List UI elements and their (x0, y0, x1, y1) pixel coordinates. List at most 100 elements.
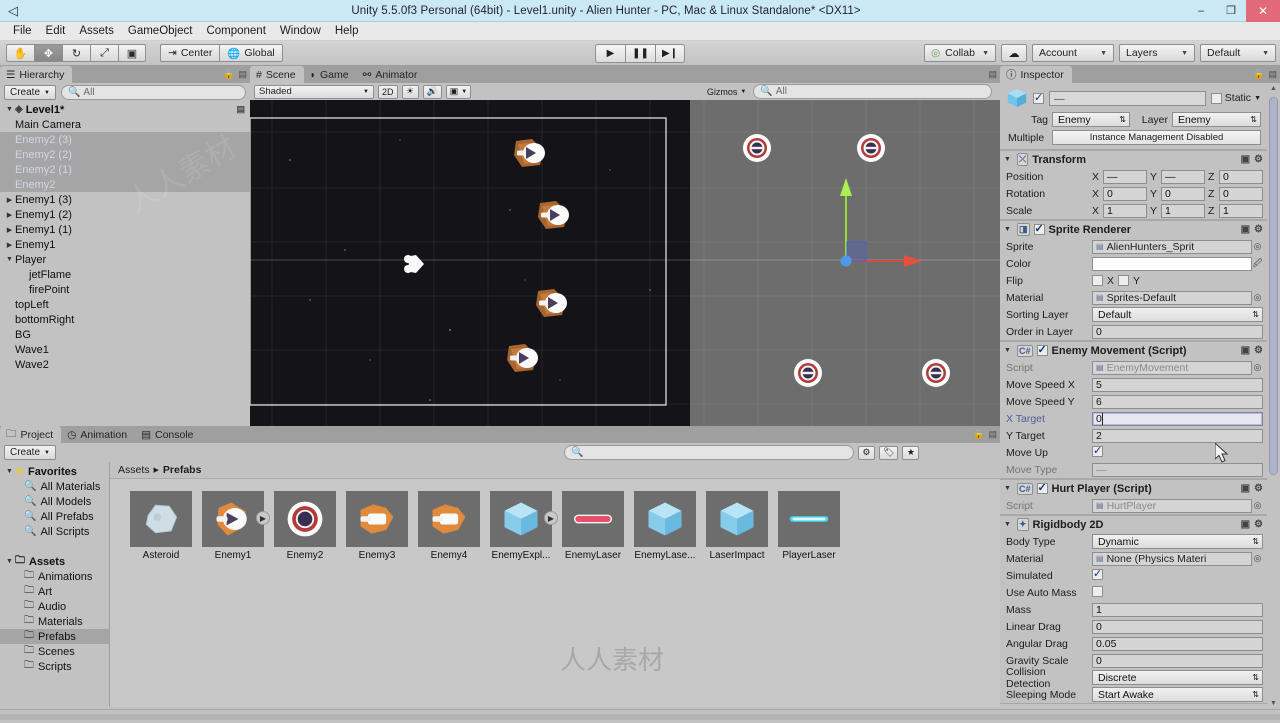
object-field-material[interactable]: ▤ None (Physics Materi (1092, 551, 1252, 566)
object-enabled-checkbox[interactable] (1033, 91, 1044, 104)
menu-gameobject[interactable]: GameObject (121, 22, 200, 41)
lock-icon[interactable]: 🔒 (223, 69, 234, 80)
tag-dropdown[interactable]: Enemy ⇅ (1052, 112, 1130, 127)
gear-icon[interactable]: ⚙ (1254, 224, 1263, 235)
help-icon[interactable]: ▣ (1241, 483, 1250, 494)
panel-menu-icon[interactable]: ▤ (1268, 69, 1277, 80)
chevron-down-icon[interactable]: ▼ (1004, 485, 1013, 492)
menu-window[interactable]: Window (273, 22, 328, 41)
toggle-2d-button[interactable]: 2D (378, 84, 398, 99)
hierarchy-item-enemy2-3[interactable]: Enemy2 (3) (0, 132, 250, 147)
asset-thumbnail[interactable]: ▶ (202, 491, 270, 547)
dropdown-sorting-layer[interactable]: Default ⇅ (1092, 307, 1263, 322)
lock-icon[interactable]: 🔒 (973, 429, 984, 440)
static-toggle-group[interactable]: Static ▼ (1210, 92, 1261, 104)
field-order-in-layer[interactable]: 0 (1092, 324, 1263, 339)
asset-grid[interactable]: Asteroid ▶ Enemy1 Enemy2 Enemy3 Enemy4 ▶ EnemyE… (110, 479, 1000, 707)
rotate-tool[interactable]: ↻ (62, 44, 90, 62)
tab-console[interactable]: ▤ Console (135, 426, 202, 443)
project-tree-animations[interactable]: 🗀 Animations (0, 569, 109, 584)
scale-tool[interactable]: ⤢ (90, 44, 118, 62)
scene-panel-menu[interactable]: ▤ (988, 69, 997, 80)
hierarchy-tree[interactable]: ▼ ◈ Level1* ▤ Main Camera Enemy2 (3) Enemy… (0, 102, 250, 426)
object-field-material[interactable]: ▤ Sprites-Default (1092, 290, 1252, 305)
chevron-down-icon[interactable]: ▼ (4, 106, 15, 113)
handle-space-button[interactable]: 🌐 Global (219, 44, 283, 62)
step-button[interactable]: ▶❙ (655, 43, 685, 63)
tab-inspector[interactable]: ⓘ Inspector (1000, 66, 1072, 83)
menu-assets[interactable]: Assets (72, 22, 121, 41)
field-rotation-z[interactable]: 0 (1219, 186, 1263, 201)
hierarchy-item-firepoint[interactable]: firePoint (0, 282, 250, 297)
account-button[interactable]: Account ▼ (1032, 44, 1114, 62)
asset-thumbnail[interactable] (778, 491, 840, 547)
tab-game[interactable]: ◗ Game (303, 66, 357, 83)
chevron-down-icon[interactable]: ▼ (1004, 347, 1013, 354)
asset-item[interactable]: EnemyLaser (562, 491, 624, 561)
menu-help[interactable]: Help (328, 22, 366, 41)
hierarchy-item-enemy2-1[interactable]: Enemy2 (1) (0, 162, 250, 177)
chevron-down-icon[interactable]: ▼ (1004, 521, 1013, 528)
dropdown-body-type[interactable]: Dynamic ⇅ (1092, 534, 1263, 549)
checkbox-move-up[interactable] (1092, 444, 1103, 457)
hierarchy-item-topleft[interactable]: topLeft (0, 297, 250, 312)
asset-item[interactable]: ▶ Enemy1 (202, 491, 270, 561)
gear-icon[interactable]: ⚙ (1254, 345, 1263, 356)
breadcrumb-assets[interactable]: Assets (118, 464, 150, 476)
project-tree-favorites[interactable]: ▼ ★ Favorites (0, 464, 109, 479)
hierarchy-scene-root[interactable]: ▼ ◈ Level1* ▤ (0, 102, 250, 117)
minimize-button[interactable]: – (1186, 0, 1216, 22)
asset-item[interactable]: Enemy3 (346, 491, 408, 561)
object-picker-icon[interactable]: ◎ (1252, 362, 1263, 373)
prefab-instance-button[interactable]: Instance Management Disabled (1052, 130, 1261, 145)
rect-tool[interactable]: ▣ (118, 44, 146, 62)
project-tree-all-scripts[interactable]: 🔍 All Scripts (0, 524, 109, 539)
field-scale-x[interactable]: 1 (1103, 203, 1147, 218)
maximize-button[interactable]: ❐ (1216, 0, 1246, 22)
inspector-scrollbar[interactable]: ▲ ▼ (1268, 85, 1279, 707)
hierarchy-item-wave1[interactable]: Wave1 (0, 342, 250, 357)
hierarchy-item-enemy1-3[interactable]: ▶ Enemy1 (3) (0, 192, 250, 207)
scene-viewport[interactable] (250, 100, 1000, 426)
hand-tool[interactable]: ✋ (6, 44, 34, 62)
hierarchy-item-wave2[interactable]: Wave2 (0, 357, 250, 372)
component-enabled-checkbox[interactable] (1036, 343, 1048, 356)
project-tree-all-models[interactable]: 🔍 All Models (0, 494, 109, 509)
field-scale-y[interactable]: 1 (1161, 203, 1205, 218)
field-scale-z[interactable]: 1 (1219, 203, 1263, 218)
hierarchy-search-input[interactable]: 🔍 All (60, 85, 246, 100)
field-move-speed-y[interactable]: 6 (1092, 394, 1263, 409)
project-folder-tree[interactable]: ▼ ★ Favorites 🔍 All Materials 🔍 All Models 🔍 All… (0, 462, 110, 707)
color-field[interactable] (1092, 256, 1252, 271)
help-icon[interactable]: ▣ (1241, 345, 1250, 356)
menu-file[interactable]: File (6, 22, 39, 41)
pause-button[interactable]: ❚❚ (625, 43, 655, 63)
dropdown-collision-detection[interactable]: Discrete ⇅ (1092, 670, 1263, 685)
hierarchy-item-main-camera[interactable]: Main Camera (0, 117, 250, 132)
type-filter-icon[interactable]: ⚙ (857, 445, 875, 460)
asset-thumbnail[interactable] (418, 491, 480, 547)
object-picker-icon[interactable]: ◎ (1252, 500, 1263, 511)
dropdown-sleeping-mode[interactable]: Start Awake ⇅ (1092, 687, 1263, 702)
scene-search-input[interactable]: 🔍 All (753, 84, 993, 99)
breadcrumb-prefabs[interactable]: Prefabs (163, 464, 202, 476)
scroll-up-arrow-icon[interactable]: ▲ (1268, 85, 1279, 92)
field-position-x[interactable]: — (1103, 169, 1147, 184)
asset-thumbnail[interactable] (274, 491, 336, 547)
inspector-panel-menu[interactable]: 🔒 ▤ (1253, 69, 1277, 80)
eyedropper-icon[interactable]: 🖉 (1252, 256, 1263, 272)
object-name-field[interactable]: — (1049, 90, 1206, 106)
project-tree-audio[interactable]: 🗀 Audio (0, 599, 109, 614)
hierarchy-item-player[interactable]: ▼ Player (0, 252, 250, 267)
help-icon[interactable]: ▣ (1241, 519, 1250, 530)
chevron-down-icon[interactable]: ▼ (1004, 226, 1013, 233)
field-position-y[interactable]: — (1161, 169, 1205, 184)
field-rotation-y[interactable]: 0 (1161, 186, 1205, 201)
menu-edit[interactable]: Edit (39, 22, 73, 41)
asset-thumbnail[interactable] (130, 491, 192, 547)
scene-audio-toggle[interactable]: 🔊 (422, 84, 442, 99)
field-move-speed-x[interactable]: 5 (1092, 377, 1263, 392)
object-picker-icon[interactable]: ◎ (1252, 241, 1263, 252)
hierarchy-item-enemy2[interactable]: Enemy2 (0, 177, 250, 192)
cloud-button[interactable]: ☁ (1001, 44, 1027, 62)
